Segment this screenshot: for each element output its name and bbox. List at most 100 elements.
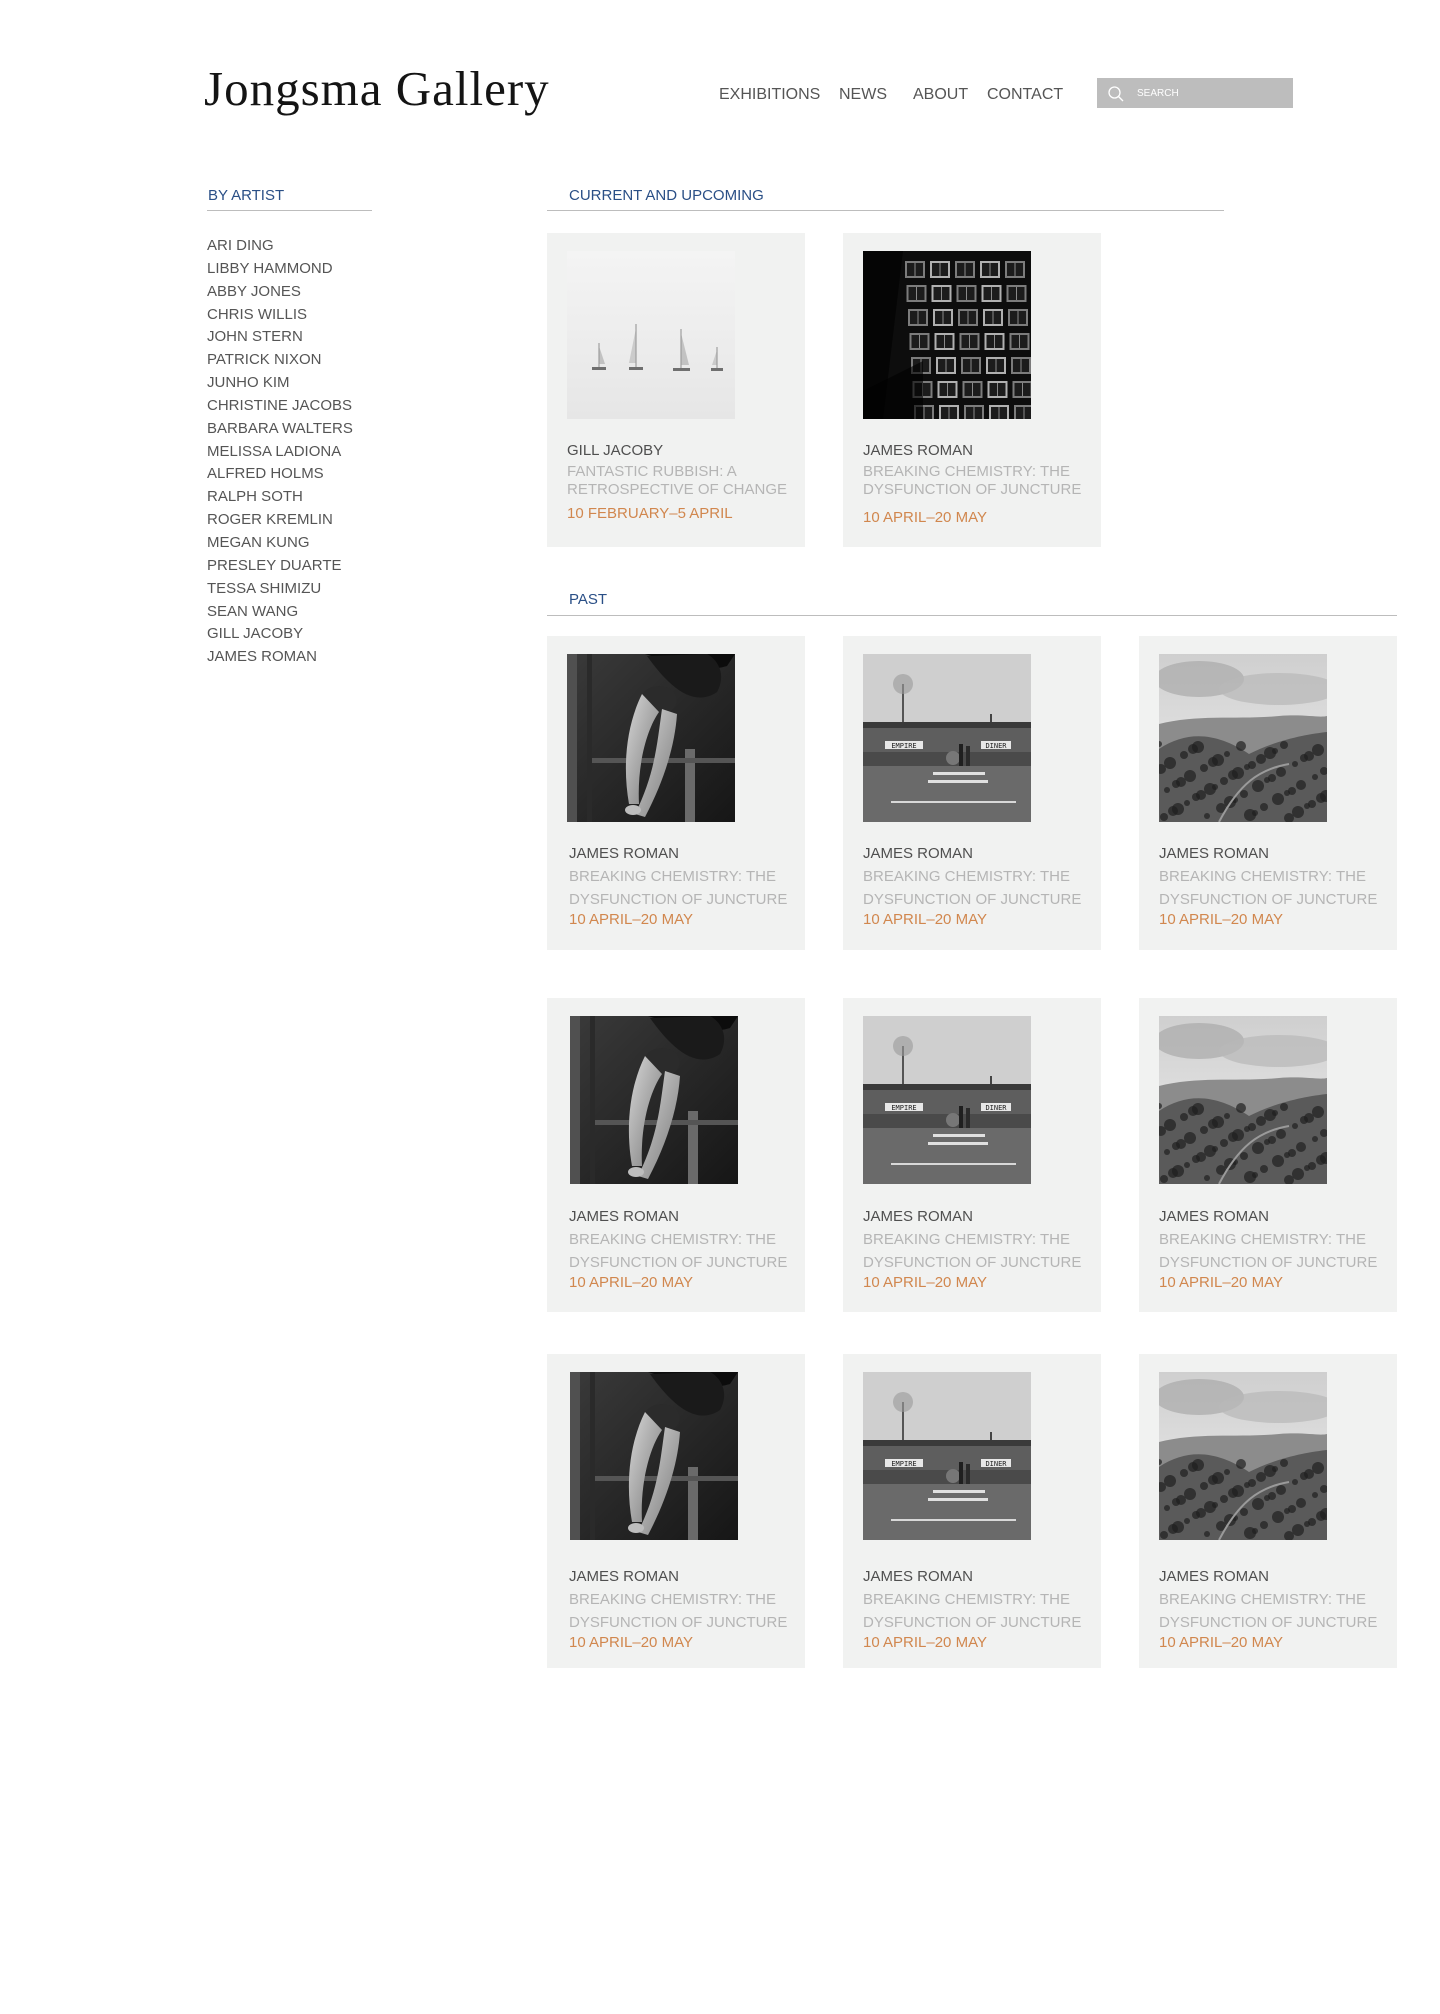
exhibition-title-line: BREAKING CHEMISTRY: THE bbox=[1159, 868, 1366, 885]
exhibition-image[interactable]: EMPIRE DINER bbox=[863, 1372, 1031, 1540]
exhibition-title-line: DYSFUNCTION OF JUNCTURE bbox=[863, 1253, 1082, 1271]
svg-text:DINER: DINER bbox=[985, 1104, 1007, 1112]
exhibition-image[interactable] bbox=[1159, 654, 1327, 822]
exhibition-artist[interactable]: JAMES ROMAN bbox=[569, 845, 679, 862]
svg-text:EMPIRE: EMPIRE bbox=[891, 1460, 916, 1468]
artist-link[interactable]: TESSA SHIMIZU bbox=[207, 578, 353, 601]
exhibition-image[interactable] bbox=[863, 251, 1031, 419]
exhibition-artist[interactable]: JAMES ROMAN bbox=[569, 1208, 679, 1225]
exhibition-title-line: BREAKING CHEMISTRY: THE bbox=[1159, 1591, 1366, 1608]
past-exhibition-card[interactable]: JAMES ROMAN BREAKING CHEMISTRY: THE DYSFUN… bbox=[547, 1354, 805, 1668]
exhibition-artist[interactable]: JAMES ROMAN bbox=[1159, 845, 1269, 862]
past-exhibition-card[interactable]: EMPIRE DINER JAMES ROMAN BREAKING CHEMIST… bbox=[843, 1354, 1101, 1668]
artist-link[interactable]: MEGAN KUNG bbox=[207, 532, 353, 555]
exhibition-image[interactable] bbox=[1159, 1372, 1327, 1540]
exhibition-title-line: BREAKING CHEMISTRY: THE bbox=[1159, 1231, 1366, 1248]
exhibition-title-line: BREAKING CHEMISTRY: THE bbox=[863, 868, 1070, 885]
exhibition-dates: 10 APRIL–20 MAY bbox=[569, 1634, 693, 1651]
exhibition-title: BREAKING CHEMISTRY: THE DYSFUNCTION OF JU… bbox=[1159, 1229, 1377, 1274]
artist-link[interactable]: SEAN WANG bbox=[207, 601, 353, 624]
artist-list: ARI DING LIBBY HAMMOND ABBY JONES CHRIS WIL… bbox=[207, 235, 353, 669]
search-input[interactable] bbox=[1137, 78, 1287, 108]
artist-link[interactable]: BARBARA WALTERS bbox=[207, 418, 353, 441]
exhibition-artist[interactable]: JAMES ROMAN bbox=[863, 845, 973, 862]
artist-link[interactable]: MELISSA LADIONA bbox=[207, 441, 353, 464]
exhibition-image[interactable] bbox=[567, 251, 735, 419]
artist-link[interactable]: ABBY JONES bbox=[207, 281, 353, 304]
exhibition-title-line: BREAKING CHEMISTRY: THE bbox=[569, 1231, 776, 1248]
gallery-logo[interactable]: Jongsma Gallery bbox=[204, 60, 550, 117]
artist-link[interactable]: CHRIS WILLIS bbox=[207, 304, 353, 327]
past-exhibition-card[interactable]: JAMES ROMAN BREAKING CHEMISTRY: THE DYSFUN… bbox=[547, 998, 805, 1312]
past-exhibition-card[interactable]: EMPIRE DINER JAMES ROMAN BREAKING CHEMIST… bbox=[843, 998, 1101, 1312]
exhibition-title-line: BREAKING CHEMISTRY: THE bbox=[863, 1591, 1070, 1608]
artist-link[interactable]: GILL JACOBY bbox=[207, 623, 353, 646]
svg-text:EMPIRE: EMPIRE bbox=[891, 1104, 916, 1112]
artist-link[interactable]: RALPH SOTH bbox=[207, 486, 353, 509]
exhibition-dates: 10 APRIL–20 MAY bbox=[1159, 1634, 1283, 1651]
nav-news[interactable]: NEWS bbox=[839, 86, 887, 104]
diner-photo: EMPIRE DINER bbox=[863, 1372, 1031, 1540]
exhibition-dates: 10 FEBRUARY–5 APRIL bbox=[567, 505, 733, 522]
exhibition-image[interactable]: EMPIRE DINER bbox=[863, 1016, 1031, 1184]
past-exhibition-card[interactable]: JAMES ROMAN BREAKING CHEMISTRY: THE DYSFUN… bbox=[1139, 1354, 1397, 1668]
past-exhibition-card[interactable]: EMPIRE DINER JAMES ROMAN BREAKING CHEMIST… bbox=[843, 636, 1101, 950]
exhibition-image[interactable] bbox=[570, 1372, 738, 1540]
exhibition-artist[interactable]: JAMES ROMAN bbox=[1159, 1208, 1269, 1225]
exhibition-artist[interactable]: GILL JACOBY bbox=[567, 442, 663, 459]
nav-contact[interactable]: CONTACT bbox=[987, 86, 1063, 104]
past-exhibition-card[interactable]: JAMES ROMAN BREAKING CHEMISTRY: THE DYSFUN… bbox=[1139, 998, 1397, 1312]
past-heading: PAST bbox=[569, 591, 608, 608]
artist-link[interactable]: ALFRED HOLMS bbox=[207, 463, 353, 486]
exhibition-title-line: DYSFUNCTION OF JUNCTURE bbox=[569, 1613, 788, 1631]
current-divider bbox=[547, 210, 1224, 211]
exhibition-dates: 10 APRIL–20 MAY bbox=[569, 911, 693, 928]
exhibition-image[interactable]: EMPIRE DINER bbox=[863, 654, 1031, 822]
sidebar-divider bbox=[207, 210, 372, 211]
past-exhibition-card[interactable]: JAMES ROMAN BREAKING CHEMISTRY: THE DYSFUN… bbox=[547, 636, 805, 950]
artist-link[interactable]: JOHN STERN bbox=[207, 326, 353, 349]
exhibition-artist[interactable]: JAMES ROMAN bbox=[863, 1568, 973, 1585]
past-exhibition-card[interactable]: JAMES ROMAN BREAKING CHEMISTRY: THE DYSFUN… bbox=[1139, 636, 1397, 950]
artist-link[interactable]: LIBBY HAMMOND bbox=[207, 258, 353, 281]
valley-photo bbox=[1159, 654, 1327, 822]
exhibition-title: BREAKING CHEMISTRY: THE DYSFUNCTION OF JU… bbox=[863, 1229, 1081, 1274]
exhibition-artist[interactable]: JAMES ROMAN bbox=[863, 442, 973, 459]
exhibition-title: BREAKING CHEMISTRY: THE DYSFUNCTION OF JU… bbox=[569, 1229, 787, 1274]
valley-photo bbox=[1159, 1016, 1327, 1184]
artist-link[interactable]: JAMES ROMAN bbox=[207, 646, 353, 669]
exhibition-dates: 10 APRIL–20 MAY bbox=[863, 509, 987, 526]
exhibition-image[interactable] bbox=[570, 1016, 738, 1184]
svg-text:EMPIRE: EMPIRE bbox=[891, 742, 916, 750]
valley-photo bbox=[1159, 1372, 1327, 1540]
current-exhibition-card[interactable]: JAMES ROMAN BREAKING CHEMISTRY: THE DYSFUN… bbox=[843, 233, 1101, 547]
exhibition-title-line: FANTASTIC RUBBISH: A bbox=[567, 463, 737, 480]
artist-link[interactable]: ROGER KREMLIN bbox=[207, 509, 353, 532]
exhibition-image[interactable] bbox=[1159, 1016, 1327, 1184]
exhibition-title: BREAKING CHEMISTRY: THE DYSFUNCTION OF JU… bbox=[863, 866, 1081, 911]
artist-link[interactable]: CHRISTINE JACOBS bbox=[207, 395, 353, 418]
exhibition-artist[interactable]: JAMES ROMAN bbox=[569, 1568, 679, 1585]
exhibition-artist[interactable]: JAMES ROMAN bbox=[863, 1208, 973, 1225]
exhibition-title: BREAKING CHEMISTRY: THE DYSFUNCTION OF JU… bbox=[569, 1589, 787, 1634]
nav-about[interactable]: ABOUT bbox=[913, 86, 968, 104]
dancer-photo bbox=[570, 1372, 738, 1540]
artist-link[interactable]: ARI DING bbox=[207, 235, 353, 258]
exhibition-title-line: DYSFUNCTION OF JUNCTURE bbox=[1159, 1613, 1378, 1631]
artist-link[interactable]: PRESLEY DUARTE bbox=[207, 555, 353, 578]
exhibition-dates: 10 APRIL–20 MAY bbox=[1159, 1274, 1283, 1291]
exhibition-title-line: DYSFUNCTION OF JUNCTURE bbox=[569, 1253, 788, 1271]
search-box[interactable] bbox=[1097, 78, 1293, 108]
artist-link[interactable]: JUNHO KIM bbox=[207, 372, 353, 395]
diner-photo: EMPIRE DINER bbox=[863, 654, 1031, 822]
artist-link[interactable]: PATRICK NIXON bbox=[207, 349, 353, 372]
exhibition-title-line: DYSFUNCTION OF JUNCTURE bbox=[863, 481, 1082, 498]
exhibition-artist[interactable]: JAMES ROMAN bbox=[1159, 1568, 1269, 1585]
exhibition-title: BREAKING CHEMISTRY: THE DYSFUNCTION OF JU… bbox=[863, 1589, 1081, 1634]
dancer-photo bbox=[567, 654, 735, 822]
current-exhibition-card[interactable]: GILL JACOBY FANTASTIC RUBBISH: A RETROSPEC… bbox=[547, 233, 805, 547]
nav-exhibitions[interactable]: EXHIBITIONS bbox=[719, 86, 820, 104]
exhibition-title: BREAKING CHEMISTRY: THE DYSFUNCTION OF JU… bbox=[1159, 1589, 1377, 1634]
dancer-photo bbox=[570, 1016, 738, 1184]
exhibition-image[interactable] bbox=[567, 654, 735, 822]
